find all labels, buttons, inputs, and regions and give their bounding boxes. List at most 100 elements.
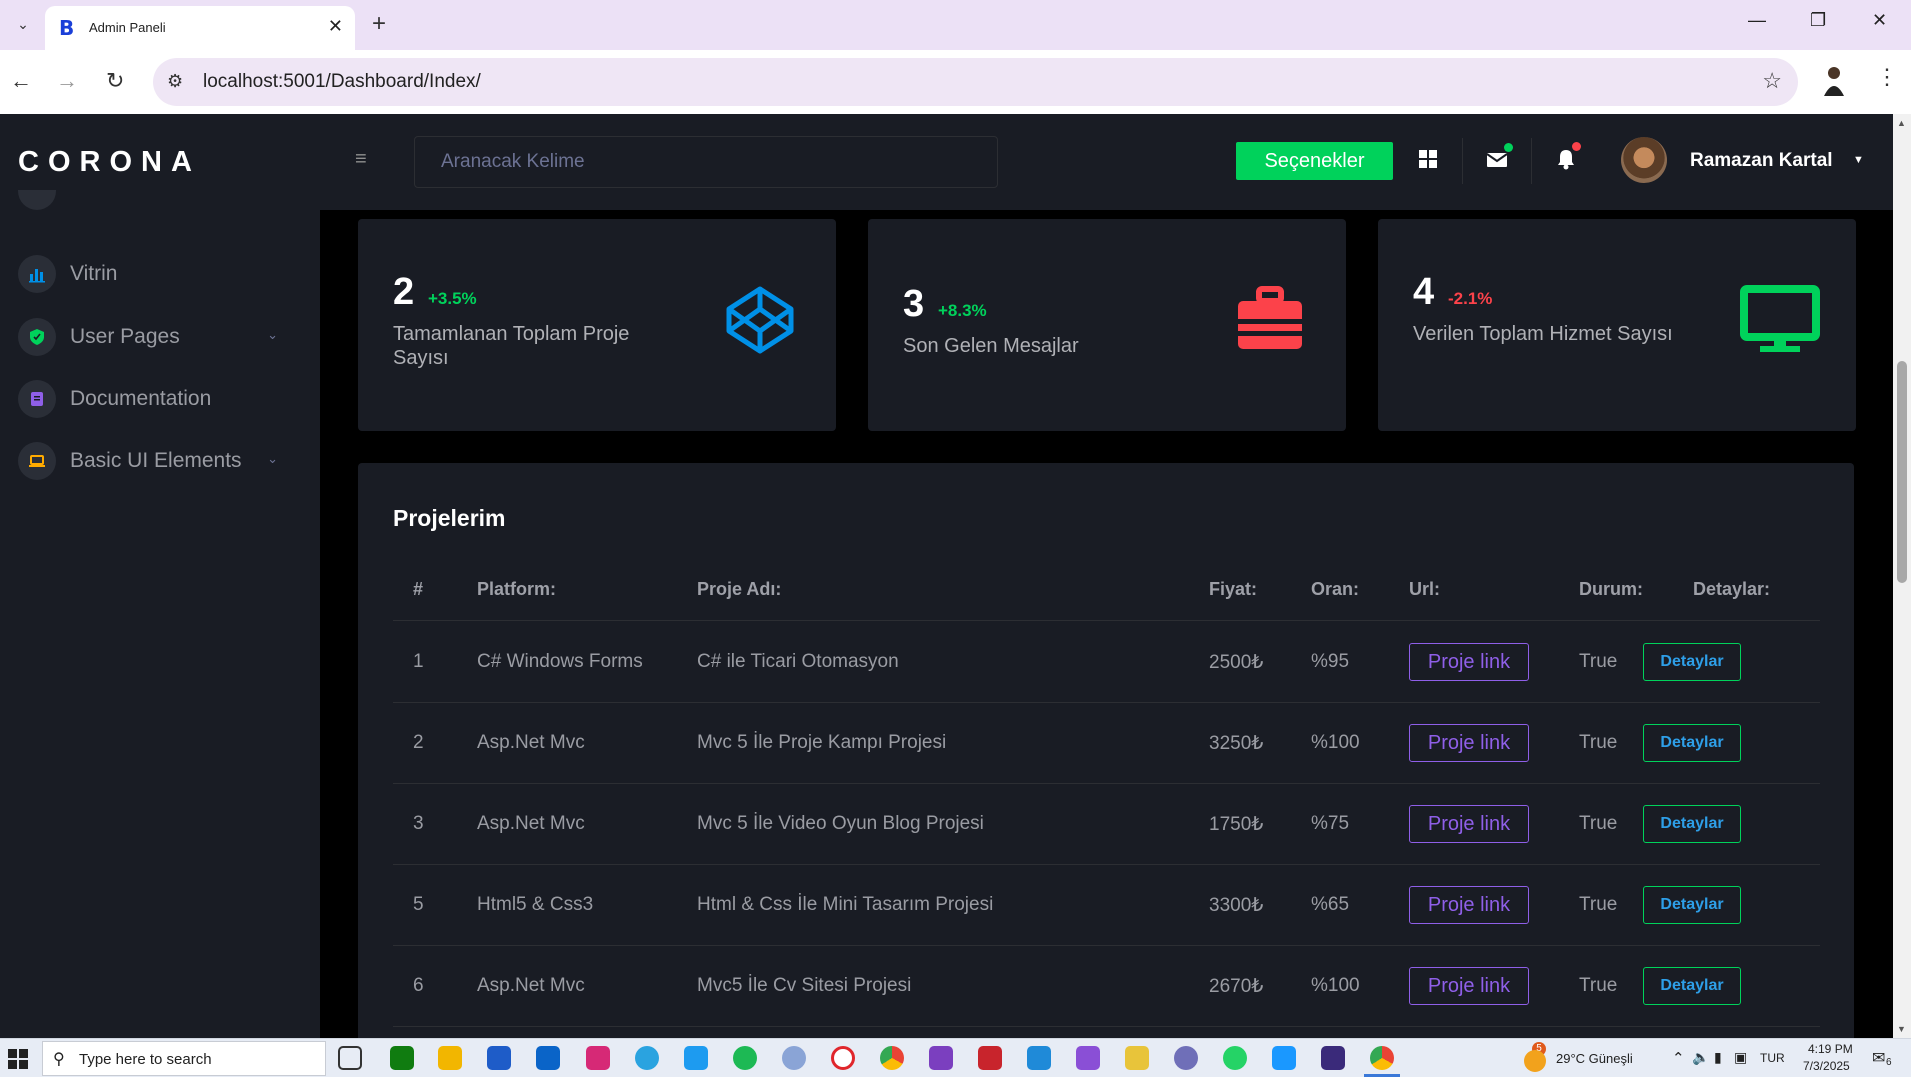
opera-icon[interactable] [831, 1046, 855, 1070]
grid-icon[interactable] [1413, 144, 1443, 174]
xbox-icon[interactable] [390, 1046, 414, 1070]
stat-value: 2 [393, 271, 415, 313]
close-tab-icon[interactable]: ✕ [328, 16, 343, 37]
notification-center-icon[interactable]: ✉ [1872, 1048, 1885, 1068]
twitter-icon[interactable] [684, 1046, 708, 1070]
project-link-button[interactable]: Proje link [1409, 724, 1529, 762]
clock-time[interactable]: 4:19 PM [1808, 1042, 1853, 1056]
scroll-thumb[interactable] [1897, 361, 1907, 583]
scroll-down-icon[interactable]: ▼ [1897, 1024, 1906, 1034]
sidebar-item-documentation[interactable]: Documentation [18, 379, 278, 419]
vscode-icon[interactable] [1027, 1046, 1051, 1070]
windows-start-icon[interactable] [8, 1049, 28, 1069]
cell-rate: %100 [1311, 732, 1360, 753]
laptop-icon [18, 442, 56, 480]
chrome-icon[interactable] [880, 1046, 904, 1070]
bootstrap-favicon-icon: B [59, 16, 75, 40]
back-icon[interactable]: ← [10, 68, 32, 94]
column-header: Durum: [1579, 579, 1643, 599]
menu-toggle-icon[interactable]: ≡ [355, 148, 367, 171]
tab-search-chevron-icon[interactable]: ⌄ [8, 9, 38, 39]
visual-studio-icon[interactable] [929, 1046, 953, 1070]
project-link-button[interactable]: Proje link [1409, 967, 1529, 1005]
stat-label: Tamamlanan Toplam Proje Sayısı [393, 323, 630, 369]
details-button[interactable]: Detaylar [1643, 805, 1741, 843]
url-field[interactable]: ⚙ localhost:5001/Dashboard/Index/ ☆ [153, 58, 1798, 106]
cell-platform: Asp.Net Mvc [477, 975, 585, 996]
project-link-button[interactable]: Proje link [1409, 886, 1529, 924]
instagram-icon[interactable] [586, 1046, 610, 1070]
page-scrollbar[interactable]: ▲ ▼ [1893, 114, 1911, 1038]
windows-taskbar: ⚲ Type here to search 5 29°C Güneşli ⌃ 🔈… [0, 1038, 1911, 1077]
stat-card-projects: 2 +3.5% Tamamlanan Toplam Proje Sayısı [358, 219, 836, 431]
taskbar-search-placeholder: Type here to search [79, 1051, 212, 1068]
cell-price: 3250₺ [1209, 733, 1264, 754]
top-navbar: ≡ Seçenekler Ramazan Kartal ▼ [320, 114, 1911, 210]
telegram-icon[interactable] [635, 1046, 659, 1070]
terminal-icon[interactable] [1321, 1046, 1345, 1070]
cell-platform: Asp.Net Mvc [477, 813, 585, 834]
project-link-button[interactable]: Proje link [1409, 643, 1529, 681]
details-button[interactable]: Detaylar [1643, 724, 1741, 762]
app-r-icon[interactable] [782, 1046, 806, 1070]
weather-text[interactable]: 29°C Güneşli [1556, 1051, 1633, 1066]
minimize-icon[interactable]: — [1748, 10, 1766, 31]
notification-count: 6 [1886, 1057, 1892, 1068]
volume-icon[interactable]: 🔈 [1692, 1049, 1709, 1066]
chrome-active-icon[interactable] [1370, 1046, 1394, 1070]
new-tab-icon[interactable]: + [372, 10, 386, 38]
admin-app: CORONA Vitrin User Pages ⌄ Documentation [0, 114, 1911, 1038]
browser-menu-icon[interactable]: ⋮ [1876, 64, 1898, 90]
spotify-icon[interactable] [733, 1046, 757, 1070]
options-button[interactable]: Seçenekler [1236, 142, 1393, 180]
table-row: 3 Asp.Net Mvc Mvc 5 İle Video Oyun Blog … [393, 784, 1820, 865]
outlook-icon[interactable] [536, 1046, 560, 1070]
restore-icon[interactable]: ❐ [1810, 10, 1826, 31]
table-row: 6 Asp.Net Mvc Mvc5 İle Cv Sitesi Projesi… [393, 946, 1820, 1027]
battery-icon[interactable]: ▮ [1714, 1049, 1722, 1066]
store-icon[interactable] [487, 1046, 511, 1070]
clock-date[interactable]: 7/3/2025 [1803, 1059, 1850, 1073]
mail-icon[interactable] [1482, 143, 1513, 174]
details-button[interactable]: Detaylar [1643, 643, 1741, 681]
language-indicator[interactable]: TUR [1760, 1051, 1785, 1065]
sidebar-item-vitrin[interactable]: Vitrin [18, 254, 278, 294]
sql-server-icon[interactable] [978, 1046, 1002, 1070]
search-input[interactable] [414, 136, 998, 188]
caret-down-icon[interactable]: ▼ [1853, 154, 1864, 166]
close-window-icon[interactable]: ✕ [1872, 10, 1887, 31]
file-explorer-icon[interactable] [438, 1046, 462, 1070]
whatsapp-icon[interactable] [1223, 1046, 1247, 1070]
taskbar-search-input[interactable]: ⚲ Type here to search [42, 1041, 326, 1076]
project-link-button[interactable]: Proje link [1409, 805, 1529, 843]
tray-chevron-icon[interactable]: ⌃ [1672, 1049, 1685, 1067]
profile-avatar-icon[interactable] [1820, 64, 1848, 98]
column-header: Fiyat: [1209, 579, 1258, 599]
cell-name: Mvc5 İle Cv Sitesi Projesi [697, 975, 912, 996]
user-name[interactable]: Ramazan Kartal [1690, 150, 1833, 172]
cell-status: True [1579, 732, 1618, 753]
bookmark-star-icon[interactable]: ☆ [1762, 68, 1782, 94]
cell-id: 2 [413, 732, 424, 753]
task-view-icon[interactable] [338, 1046, 362, 1070]
browser-tab[interactable]: B Admin Paneli ✕ [45, 6, 355, 50]
app-swirl-icon[interactable] [1174, 1046, 1198, 1070]
sidebar-item-user-pages[interactable]: User Pages ⌄ [18, 317, 278, 357]
site-info-icon[interactable]: ⚙ [167, 71, 183, 92]
prime-video-icon[interactable] [1272, 1046, 1296, 1070]
avatar[interactable] [1621, 137, 1667, 183]
cell-status: True [1579, 894, 1618, 915]
sidebar-item-basic-ui[interactable]: Basic UI Elements ⌄ [18, 441, 278, 481]
visual-studio-2-icon[interactable] [1076, 1046, 1100, 1070]
bell-icon[interactable] [1551, 142, 1581, 174]
details-button[interactable]: Detaylar [1643, 967, 1741, 1005]
brand-logo[interactable]: CORONA [18, 146, 201, 179]
details-button[interactable]: Detaylar [1643, 886, 1741, 924]
scroll-up-icon[interactable]: ▲ [1897, 118, 1906, 128]
reload-icon[interactable]: ↻ [106, 68, 124, 94]
network-icon[interactable]: ▣ [1734, 1049, 1747, 1066]
forward-icon[interactable]: → [56, 68, 78, 94]
mail-badge [1504, 143, 1513, 152]
paint-icon[interactable] [1125, 1046, 1149, 1070]
weather-sun-icon[interactable] [1524, 1050, 1546, 1072]
